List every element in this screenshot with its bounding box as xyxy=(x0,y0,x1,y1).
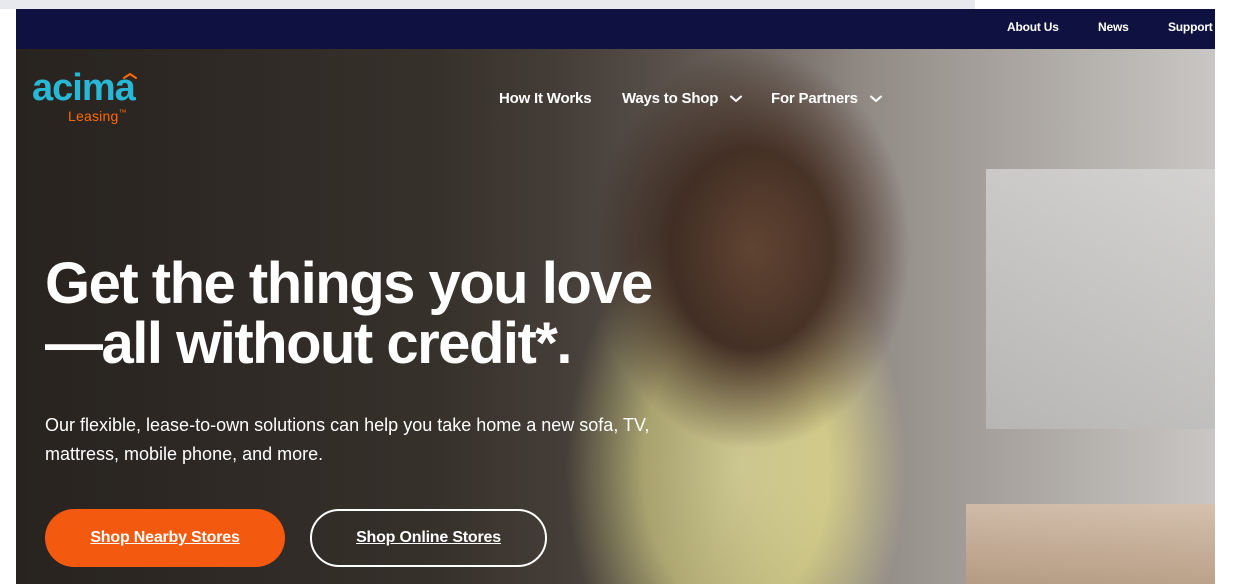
acima-logo[interactable]: acima Leasing™ xyxy=(32,67,137,124)
chevron-down-icon xyxy=(869,95,882,103)
nav-for-partners[interactable]: For Partners xyxy=(771,90,882,107)
logo-wordmark: acima xyxy=(32,67,136,109)
logo-spark-icon xyxy=(123,73,137,79)
utility-nav-bar: About Us News Support xyxy=(16,9,1215,49)
hero-headline-line-2: —all without credit*. xyxy=(45,311,573,376)
hero-subcopy: Our flexible, lease-to-own solutions can… xyxy=(45,415,650,464)
page-margin-left xyxy=(0,0,16,584)
utility-link-news[interactable]: News xyxy=(1098,20,1129,34)
hero-headline: Get the things you love —all without cre… xyxy=(45,251,653,376)
shop-online-stores-button[interactable]: Shop Online Stores xyxy=(310,509,547,567)
utility-link-about-us[interactable]: About Us xyxy=(1007,20,1059,34)
hero-section: acima Leasing™ How It Works Ways to Shop… xyxy=(16,49,1215,584)
shop-nearby-stores-button[interactable]: Shop Nearby Stores xyxy=(45,509,285,567)
nav-ways-to-shop[interactable]: Ways to Shop xyxy=(622,90,743,107)
chevron-down-icon xyxy=(730,95,743,103)
nav-how-it-works[interactable]: How It Works xyxy=(499,90,592,107)
utility-link-support[interactable]: Support xyxy=(1168,20,1213,34)
logo-subtext: Leasing™ xyxy=(68,108,127,124)
browser-top-strip xyxy=(0,0,975,9)
page-margin-right xyxy=(1215,0,1233,584)
hero-headline-line-1: Get the things you love xyxy=(45,251,653,316)
